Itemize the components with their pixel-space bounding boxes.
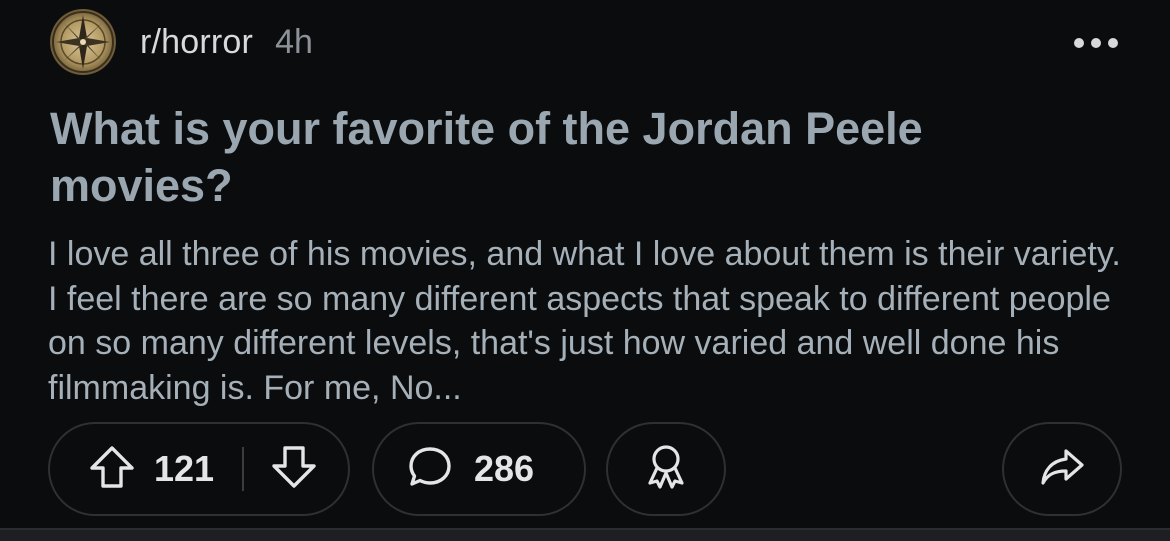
share-arrow-icon	[1038, 445, 1086, 494]
share-button[interactable]	[1002, 422, 1122, 516]
comment-bubble-icon	[406, 444, 454, 495]
subreddit-avatar[interactable]	[50, 9, 116, 75]
post-header: r/horror 4h	[50, 8, 313, 76]
more-options-icon[interactable]	[1074, 36, 1118, 50]
post-separator	[0, 528, 1170, 541]
comments-button[interactable]: 286	[372, 422, 586, 516]
post-age: 4h	[275, 22, 313, 61]
comment-count: 286	[474, 448, 535, 489]
award-ribbon-icon	[643, 443, 689, 496]
upvote-arrow-icon[interactable]	[88, 444, 136, 495]
compass-icon	[52, 11, 114, 73]
post-title[interactable]: What is your favorite of the Jordan Peel…	[50, 100, 1050, 214]
post-card[interactable]: r/horror 4h What is your favorite of the…	[0, 0, 1170, 528]
vote-divider	[242, 447, 245, 491]
post-body[interactable]: I love all three of his movies, and what…	[48, 232, 1138, 410]
subreddit-name[interactable]: r/horror	[140, 23, 253, 62]
dot	[1108, 38, 1118, 48]
vote-control: 121	[48, 422, 350, 516]
upvote-count: 121	[154, 448, 215, 489]
award-button[interactable]	[606, 422, 726, 516]
dot	[1091, 38, 1101, 48]
downvote-arrow-icon[interactable]	[270, 444, 318, 495]
dot	[1074, 38, 1084, 48]
